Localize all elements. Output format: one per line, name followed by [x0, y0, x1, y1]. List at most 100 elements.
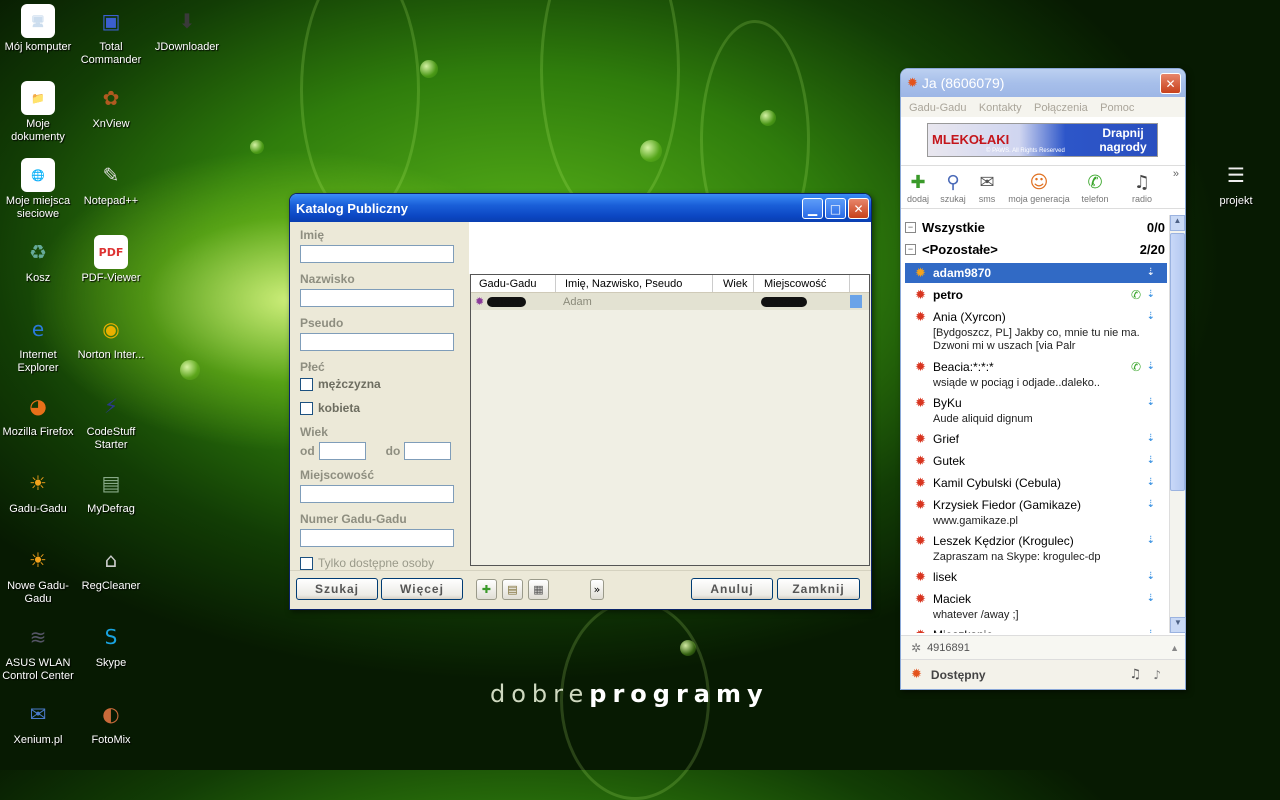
contact-item[interactable]: ✹ adam9870 ⇣	[905, 263, 1167, 283]
desktop-icon[interactable]: ☰ projekt	[1198, 158, 1274, 208]
info-arrow-icon[interactable]: ⇣	[1147, 433, 1155, 444]
contact-row[interactable]: ✹ Ania (Xyrcon)	[905, 307, 1167, 327]
contact-item[interactable]: ✹ petro ✆ ⇣	[905, 285, 1167, 305]
desktop-icon[interactable]: ✎ Notepad++	[73, 158, 149, 208]
desktop-icon[interactable]: ◉ Norton Inter...	[73, 312, 149, 362]
desktop-icon[interactable]: PDF PDF-Viewer	[73, 235, 149, 285]
table-row[interactable]: ✹ 4916891 Adam Warszawa	[471, 293, 869, 310]
ad-banner[interactable]: MLEKOŁAKI © PAWS. All Rights Reserved Dr…	[927, 123, 1158, 157]
desktop-icon[interactable]: ⚡ CodeStuff Starter	[73, 389, 149, 452]
scroll-down-button[interactable]: ▼	[1170, 617, 1186, 633]
desktop-icon[interactable]: ▣ Total Commander	[73, 4, 149, 67]
wiecej-button[interactable]: Więcej	[381, 578, 463, 600]
contact-item[interactable]: ✹Mieszkanie⇣	[905, 625, 1167, 634]
gg-title-bar[interactable]: ✹ Ja (8606079) ✕	[901, 69, 1185, 97]
phone-icon[interactable]: ✆	[1131, 360, 1141, 374]
desktop-icon[interactable]: ☀ Gadu-Gadu	[0, 466, 76, 516]
contact-row[interactable]: ✹ Grief	[905, 429, 1167, 449]
wiek-do-input[interactable]	[404, 442, 452, 460]
zamknij-button[interactable]: Zamknij	[777, 578, 860, 600]
tylko-dostepne-checkbox[interactable]: Tylko dostępne osoby	[300, 556, 456, 570]
scroll-thumb[interactable]	[1170, 233, 1185, 491]
mezczyzna-checkbox[interactable]: mężczyzna	[300, 377, 456, 391]
miejscowosc-input[interactable]	[300, 485, 454, 503]
info-arrow-icon[interactable]: ⇣	[1147, 477, 1155, 488]
menu-gadu-gadu[interactable]: Gadu-Gadu	[909, 102, 966, 114]
anuluj-button[interactable]: Anuluj	[691, 578, 773, 600]
info-arrow-icon[interactable]: ⇣	[1147, 311, 1155, 322]
toolbar-more-icon[interactable]: »	[1173, 168, 1179, 180]
contact-group[interactable]: − <Pozostałe> 2/20	[905, 239, 1167, 259]
radio-headphones-icon[interactable]: ♫	[1129, 667, 1141, 682]
info-arrow-icon[interactable]: ⇣	[1147, 289, 1155, 300]
minimize-button[interactable]: ▁	[802, 198, 823, 219]
checkbox-box[interactable]	[300, 401, 313, 415]
contact-row[interactable]: ✹ Krzysiek Fiedor (Gamikaze)	[905, 495, 1167, 515]
gear-icon[interactable]: ✲	[911, 641, 921, 655]
desktop-icon[interactable]: 📁 Moje dokumenty	[0, 81, 76, 144]
katalog-title-bar[interactable]: Katalog Publiczny ▁ □ ✕	[290, 194, 871, 222]
contact-card-icon[interactable]: ▤	[502, 579, 523, 600]
contact-group[interactable]: − Wszystkie 0/0	[905, 217, 1167, 237]
desktop-icon[interactable]: ◐ FotoMix	[73, 697, 149, 747]
contact-item[interactable]: ✹ Kamil Cybulski (Cebula) ⇣	[905, 473, 1167, 493]
contact-row[interactable]: ✹ Leszek Kędzior (Krogulec)	[905, 531, 1167, 551]
info-arrow-icon[interactable]: ⇣	[1147, 267, 1155, 278]
add-contact-icon[interactable]: ✚	[476, 579, 497, 600]
info-arrow-icon[interactable]: ⇣	[1147, 361, 1155, 372]
checkbox-box[interactable]	[300, 556, 313, 570]
toolbar-people-button[interactable]: ☺ moja generacja	[1008, 172, 1070, 204]
contact-item[interactable]: ✹ Maciek ⇣ whatever /away ;]	[905, 589, 1167, 622]
nazwisko-input[interactable]	[300, 289, 454, 307]
desktop-icon[interactable]: S Skype	[73, 620, 149, 670]
column-header[interactable]: Gadu-Gadu	[471, 275, 556, 292]
info-arrow-icon[interactable]: ⇣	[1147, 455, 1155, 466]
close-button[interactable]: ✕	[1160, 73, 1181, 94]
info-arrow-icon[interactable]: ⇣	[1147, 499, 1155, 510]
contact-row[interactable]: ✹ ByKu	[905, 393, 1167, 413]
toolbar-sms-button[interactable]: ✉ sms	[976, 172, 998, 204]
info-arrow-icon[interactable]: ⇣	[1147, 397, 1155, 408]
expand-icon[interactable]: ▲	[1170, 643, 1179, 653]
pseudo-input[interactable]	[300, 333, 454, 351]
contact-item[interactable]: ✹ Grief ⇣	[905, 429, 1167, 449]
desktop-icon[interactable]: ✉ Xenium.pl	[0, 697, 76, 747]
info-arrow-icon[interactable]: ⇣	[1147, 593, 1155, 604]
collapse-toggle[interactable]: −	[905, 221, 916, 233]
desktop-icon[interactable]: 🌐 Moje miejsca sieciowe	[0, 158, 76, 221]
szukaj-button[interactable]: Szukaj	[296, 578, 378, 600]
numer-input[interactable]	[300, 529, 454, 547]
status-text[interactable]: Dostępny	[931, 668, 986, 682]
contact-item[interactable]: ✹ Ania (Xyrcon) ⇣ [Bydgoszcz, PL] Jakby co,…	[905, 307, 1167, 353]
more-arrows-button[interactable]: »	[590, 579, 604, 600]
checkbox-box[interactable]	[300, 377, 313, 391]
close-button[interactable]: ✕	[848, 198, 869, 219]
contact-row[interactable]: ✹ Maciek	[905, 589, 1167, 609]
desktop-icon[interactable]: ▤ MyDefrag	[73, 466, 149, 516]
column-header[interactable]: Miejscowość	[754, 275, 850, 292]
scroll-up-button[interactable]: ▲	[1170, 215, 1185, 231]
toolbar-headphones-button[interactable]: ♫ radio	[1127, 172, 1157, 204]
contact-row[interactable]: ✹ Gutek	[905, 451, 1167, 471]
contact-list-scrollbar[interactable]: ▲ ▼	[1169, 215, 1186, 633]
column-header[interactable]: Wiek	[713, 275, 754, 292]
menu-polaczenia[interactable]: Połączenia	[1034, 102, 1088, 114]
contact-item[interactable]: ✹ Krzysiek Fiedor (Gamikaze) ⇣ www.gamikaze…	[905, 495, 1167, 528]
toolbar-add-contact-button[interactable]: ✚ dodaj	[906, 172, 930, 204]
desktop-icon[interactable]: ◕ Mozilla Firefox	[0, 389, 76, 439]
contact-item[interactable]: ✹ Beacia:*:*:* ✆ ⇣ wsiąde w pociąg i odjade.…	[905, 357, 1167, 390]
status-sun-icon[interactable]: ✹	[911, 667, 922, 682]
contact-item[interactable]: ✹ ByKu ⇣ Aude aliquid dignum	[905, 393, 1167, 426]
contact-item[interactable]: ✹ lisek ⇣	[905, 567, 1167, 587]
wiek-od-input[interactable]	[318, 442, 366, 460]
collapse-toggle[interactable]: −	[905, 243, 916, 255]
toolbar-phone-button[interactable]: ✆ telefon	[1075, 172, 1115, 204]
contact-row[interactable]: ✹ lisek	[905, 567, 1167, 587]
contact-row[interactable]: ✹ petro	[905, 285, 1167, 305]
desktop-icon[interactable]: e Internet Explorer	[0, 312, 76, 375]
info-arrow-icon[interactable]: ⇣	[1147, 571, 1155, 582]
menu-kontakty[interactable]: Kontakty	[979, 102, 1022, 114]
contact-item[interactable]: ✹ Gutek ⇣	[905, 451, 1167, 471]
phone-icon[interactable]: ✆	[1131, 288, 1141, 302]
volume-icon[interactable]: ♪	[1153, 668, 1161, 682]
